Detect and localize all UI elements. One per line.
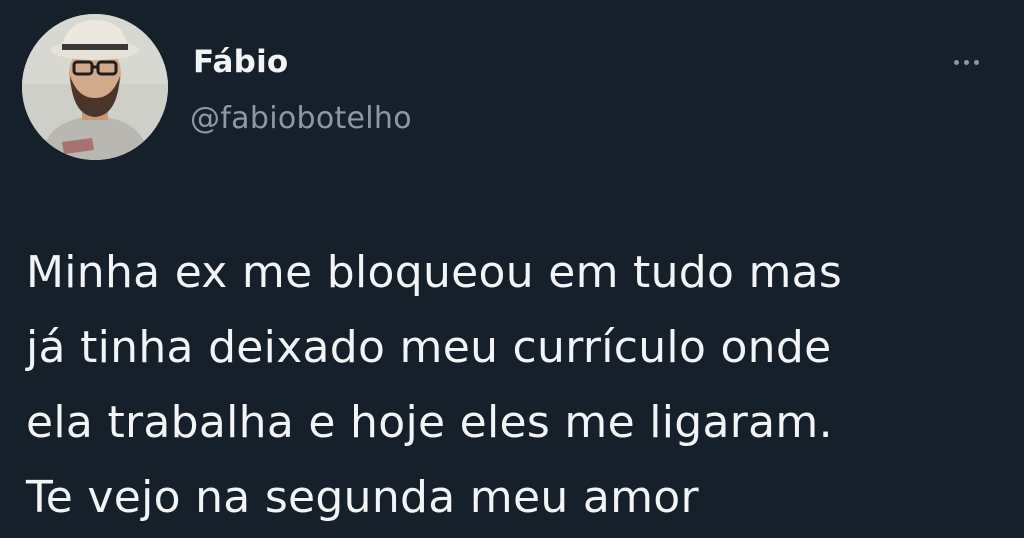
more-options-button[interactable] (940, 48, 992, 76)
tweet-text: Minha ex me bloqueou em tudo mas já tinh… (26, 235, 1006, 535)
user-handle[interactable]: @fabiobotelho (190, 100, 412, 138)
avatar-image (22, 14, 168, 160)
tweet-text-line: Te vejo na segunda meu amor (26, 472, 699, 523)
tweet-text-line: já tinha deixado meu currículo onde (26, 322, 832, 373)
tweet-text-line: Minha ex me bloqueou em tudo mas (26, 247, 843, 298)
display-name[interactable]: Fábio (193, 43, 288, 81)
avatar[interactable] (22, 14, 168, 160)
tweet-card: Fábio @fabiobotelho Minha ex me bloqueou… (0, 0, 1024, 538)
tweet-text-line: ela trabalha e hoje eles me ligaram. (26, 397, 833, 448)
more-horizontal-icon (953, 59, 979, 65)
